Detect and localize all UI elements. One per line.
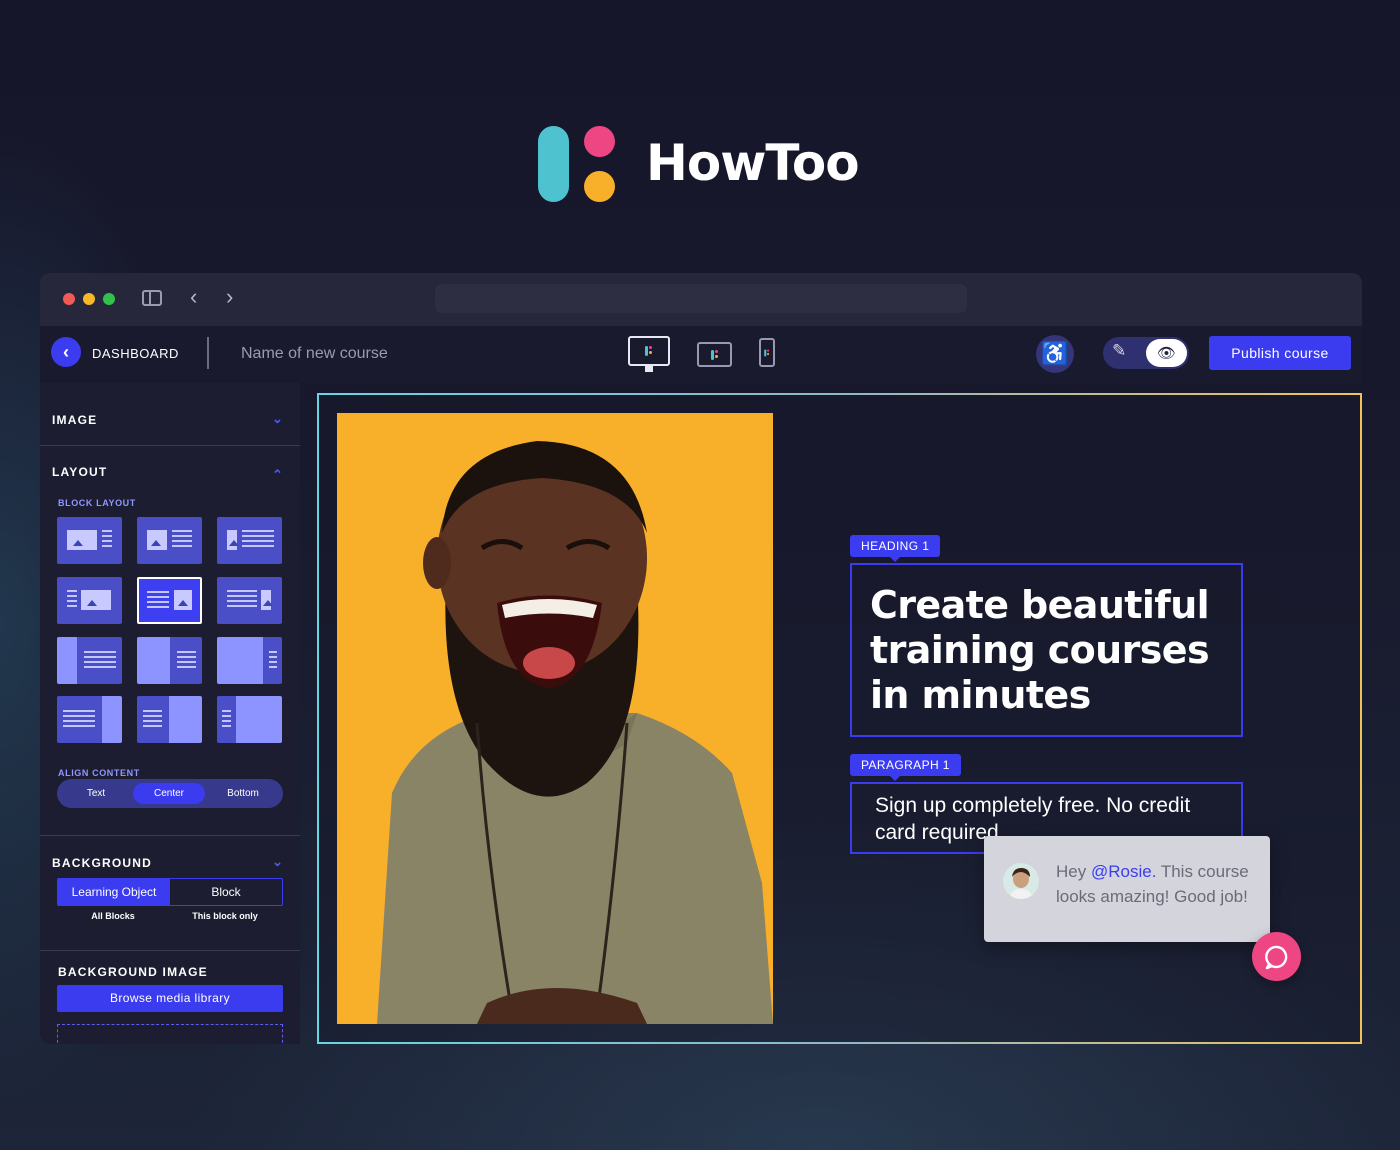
address-bar[interactable] <box>435 284 967 313</box>
publish-course-button[interactable]: Publish course <box>1209 336 1351 370</box>
learning-object-tab[interactable]: Learning Object <box>58 879 170 905</box>
heading-block[interactable]: Create beautiful training courses in min… <box>850 563 1243 737</box>
chevron-up-icon[interactable]: ⌃ <box>272 467 283 483</box>
comment-text: Hey @Rosie. This course looks amazing! G… <box>1056 862 1249 906</box>
chevron-down-icon[interactable]: ⌄ <box>272 854 283 870</box>
toolbar-divider <box>207 337 209 369</box>
layout-option-12[interactable] <box>217 696 282 743</box>
align-content-segmented: Text Center Bottom <box>57 779 283 808</box>
layout-section-title[interactable]: LAYOUT <box>52 465 107 479</box>
eye-icon[interactable]: 👁 <box>1146 339 1187 367</box>
logo-mark-dot-yellow <box>584 171 615 202</box>
background-scope-tabs: Learning Object Block <box>57 878 283 906</box>
layout-option-2[interactable] <box>137 517 202 564</box>
close-window-button[interactable] <box>63 293 75 305</box>
image-section-title[interactable]: IMAGE <box>52 413 97 427</box>
chat-button[interactable] <box>1252 932 1301 981</box>
howtoo-logo: HowToo <box>538 126 878 204</box>
minimize-window-button[interactable] <box>83 293 95 305</box>
chevron-left-icon: ‹ <box>63 341 69 362</box>
properties-sidebar: IMAGE ⌄ LAYOUT ⌃ BLOCK LAYOUT ALIGN CONT… <box>40 383 300 1044</box>
block-tab[interactable]: Block <box>170 879 282 905</box>
accessibility-icon: ♿ <box>1041 341 1069 366</box>
maximize-window-button[interactable] <box>103 293 115 305</box>
chevron-down-icon[interactable]: ⌄ <box>272 411 283 427</box>
media-dropzone[interactable] <box>57 1024 283 1044</box>
pencil-icon[interactable]: ✎ <box>1112 341 1126 361</box>
tablet-preview-icon[interactable] <box>697 342 732 367</box>
layout-option-8[interactable] <box>137 637 202 684</box>
align-center-option[interactable]: Center <box>133 783 205 804</box>
mention-link[interactable]: @Rosie. <box>1091 862 1156 881</box>
layout-option-6[interactable] <box>217 577 282 624</box>
sidebar-toggle-icon[interactable] <box>142 290 162 306</box>
logo-mark-bar <box>538 126 569 202</box>
layout-option-11[interactable] <box>137 696 202 743</box>
layout-option-3[interactable] <box>217 517 282 564</box>
laughing-man-photo <box>377 441 773 1024</box>
dashboard-link[interactable]: DASHBOARD <box>92 346 179 361</box>
back-to-dashboard-button[interactable]: ‹ <box>51 337 81 367</box>
align-content-label: ALIGN CONTENT <box>58 768 140 778</box>
mobile-preview-icon[interactable] <box>759 338 775 367</box>
layout-option-10[interactable] <box>57 696 122 743</box>
forward-arrow-icon[interactable]: › <box>226 286 233 308</box>
this-block-only-caption: This block only <box>192 911 258 921</box>
course-block-canvas[interactable]: HEADING 1 Create beautiful training cour… <box>317 393 1362 1044</box>
avatar <box>1003 863 1039 899</box>
layout-option-5-selected[interactable] <box>137 577 202 624</box>
layout-option-4[interactable] <box>57 577 122 624</box>
paragraph-1-tag[interactable]: PARAGRAPH 1 <box>850 754 961 781</box>
all-blocks-caption: All Blocks <box>91 911 135 921</box>
chat-bubble-icon <box>1264 945 1287 969</box>
heading-1-tag[interactable]: HEADING 1 <box>850 535 941 562</box>
back-arrow-icon[interactable]: ‹ <box>190 286 197 308</box>
layout-option-7[interactable] <box>57 637 122 684</box>
divider <box>40 950 300 951</box>
accessibility-button[interactable]: ♿ <box>1036 335 1074 373</box>
layout-option-1[interactable] <box>57 517 122 564</box>
logo-mark-dot-pink <box>584 126 615 157</box>
block-layout-label: BLOCK LAYOUT <box>58 498 136 508</box>
background-section-title[interactable]: BACKGROUND <box>52 856 152 870</box>
layout-option-9[interactable] <box>217 637 282 684</box>
align-text-option[interactable]: Text <box>61 783 131 804</box>
browse-media-library-button[interactable]: Browse media library <box>57 985 283 1012</box>
desktop-preview-icon[interactable] <box>628 336 670 372</box>
edit-preview-toggle[interactable]: ✎ 👁 <box>1103 337 1189 369</box>
divider <box>40 445 300 446</box>
heading-text[interactable]: Create beautiful training courses in min… <box>870 583 1240 718</box>
background-image-title: BACKGROUND IMAGE <box>58 965 208 979</box>
divider <box>40 835 300 836</box>
browser-chrome: ‹ › <box>40 273 1362 326</box>
align-bottom-option[interactable]: Bottom <box>207 783 279 804</box>
logo-wordmark: HowToo <box>646 134 860 192</box>
editor-toolbar: ‹ DASHBOARD Name of new course ♿ ✎ 👁 Pub… <box>40 326 1362 383</box>
block-image[interactable] <box>337 413 773 1024</box>
comment-bubble[interactable]: Hey @Rosie. This course looks amazing! G… <box>984 836 1270 942</box>
course-name-input[interactable]: Name of new course <box>241 345 388 363</box>
